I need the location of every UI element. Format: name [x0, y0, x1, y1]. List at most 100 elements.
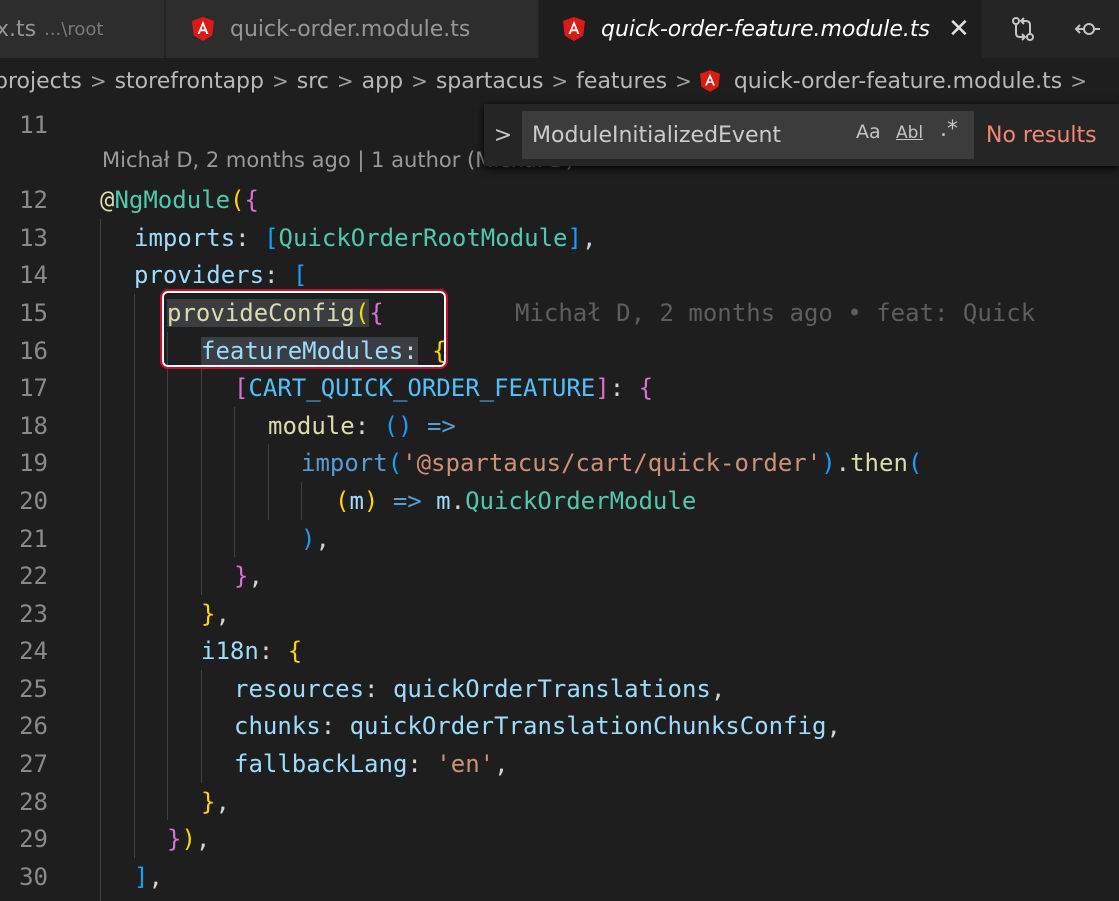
token: : — [235, 224, 265, 252]
close-icon[interactable]: ✕ — [948, 16, 970, 42]
token: ( — [335, 487, 350, 515]
token: { — [287, 637, 303, 665]
token: [ — [264, 224, 279, 252]
code-line-22: }, — [234, 557, 263, 595]
line-number: 21 — [19, 525, 48, 553]
line-number: 22 — [19, 562, 48, 590]
token: [ — [234, 374, 249, 402]
line-number: 29 — [19, 825, 48, 853]
token: @ — [100, 186, 115, 214]
token: , — [826, 712, 841, 740]
breadcrumb-item-spartacus[interactable]: spartacus — [436, 69, 544, 94]
breadcrumb-item-projects[interactable]: projects — [0, 69, 82, 94]
breadcrumb-item-app[interactable]: app — [362, 69, 403, 94]
chevron-right-icon: > — [336, 69, 354, 93]
line-number: 28 — [19, 788, 48, 816]
chevron-right-icon: > — [89, 69, 107, 93]
line-number: 24 — [19, 637, 48, 665]
match-whole-word-button[interactable]: Abl — [896, 123, 923, 143]
token: ( — [387, 449, 403, 477]
token: '@spartacus/cart/quick-order' — [402, 449, 822, 477]
token: { — [638, 374, 654, 402]
breadcrumb: projects > storefrontapp > src > app > s… — [0, 58, 1119, 104]
token: , — [195, 825, 211, 853]
indent-guide — [268, 444, 269, 520]
token: ( — [907, 449, 923, 477]
tab-quick-order-feature-module[interactable]: quick-order-feature.module.ts ✕ — [539, 0, 982, 58]
tab-description: ...\root — [44, 18, 104, 40]
token: ) — [181, 825, 196, 853]
token: fallbackLang — [234, 750, 408, 778]
find-widget: > Aa Abl .* No results — [484, 104, 1119, 166]
token: [ — [292, 261, 308, 289]
token: resources — [234, 675, 365, 703]
token: m — [436, 487, 451, 515]
token: } — [234, 562, 249, 590]
token: ) — [301, 525, 316, 553]
token: : — [258, 637, 288, 665]
code-line-19: import('@spartacus/cart/quick-order').th… — [301, 444, 922, 482]
token: : — [354, 412, 384, 440]
line-number: 16 — [19, 337, 48, 365]
code-line-12: @NgModule({ — [100, 181, 259, 219]
line-number: 20 — [19, 487, 48, 515]
line-number: 11 — [19, 111, 48, 139]
token: providers — [134, 261, 265, 289]
indent-guide — [201, 670, 202, 783]
line-number: 17 — [19, 374, 48, 402]
tab-quick-order-module[interactable]: quick-order.module.ts — [166, 0, 538, 58]
toggle-replace-icon[interactable]: > — [484, 123, 522, 148]
tab-root-ts[interactable]: x.ts ...\root — [0, 0, 165, 58]
open-changes-icon[interactable] — [998, 0, 1048, 58]
chevron-right-icon: > — [1070, 69, 1087, 93]
token: : — [364, 675, 393, 703]
token: => — [426, 412, 456, 440]
token: => — [392, 487, 422, 515]
token: ] — [595, 374, 610, 402]
token: : — [320, 712, 350, 740]
token: . — [450, 487, 466, 515]
line-number: 12 — [19, 186, 48, 214]
find-input-box[interactable]: Aa Abl .* — [522, 111, 974, 159]
code-line-29: }), — [167, 820, 210, 858]
code-line-26: chunks: quickOrderTranslationChunksConfi… — [234, 707, 841, 745]
tab-label: x.ts — [0, 16, 37, 42]
find-results-count: No results — [986, 122, 1097, 148]
breadcrumb-item-features[interactable]: features — [576, 69, 667, 94]
token: ] — [134, 863, 149, 891]
editor-tab-bar: x.ts ...\root quick-order.module.ts quic… — [0, 0, 1119, 58]
token: import — [301, 449, 388, 477]
token: ( — [230, 186, 245, 214]
breadcrumb-item-storefrontapp[interactable]: storefrontapp — [115, 69, 264, 94]
find-input[interactable] — [532, 122, 852, 148]
token: m — [349, 487, 364, 515]
match-case-button[interactable]: Aa — [856, 121, 881, 143]
token: i18n — [201, 637, 259, 665]
code-editor[interactable]: 11 12 13 14 15 16 17 18 19 20 21 22 23 2… — [0, 104, 1119, 901]
chevron-right-icon: > — [675, 69, 692, 93]
token: } — [167, 825, 182, 853]
chevron-right-icon: > — [411, 69, 428, 93]
token: NgModule — [114, 186, 231, 214]
token: ) — [363, 487, 379, 515]
use-regex-button[interactable]: .* — [940, 117, 958, 142]
token: , — [215, 600, 230, 628]
token: QuickOrderModule — [465, 487, 697, 515]
indent-guide — [167, 332, 168, 820]
code-line-25: resources: quickOrderTranslations, — [234, 670, 725, 708]
token: : — [407, 750, 437, 778]
token: , — [494, 750, 509, 778]
line-number: 18 — [19, 412, 48, 440]
chevron-right-icon: > — [551, 69, 569, 93]
token: . — [835, 449, 851, 477]
go-back-icon[interactable] — [1062, 0, 1112, 58]
breadcrumb-item-file[interactable]: quick-order-feature.module.ts — [734, 69, 1062, 94]
token: , — [315, 525, 330, 553]
code-line-20: (m) => m.QuickOrderModule — [335, 482, 696, 520]
token: CART_QUICK_ORDER_FEATURE — [248, 374, 596, 402]
chevron-right-icon: > — [272, 69, 289, 93]
line-number: 15 — [19, 299, 48, 327]
token: module — [268, 412, 355, 440]
breadcrumb-item-src[interactable]: src — [297, 69, 329, 94]
